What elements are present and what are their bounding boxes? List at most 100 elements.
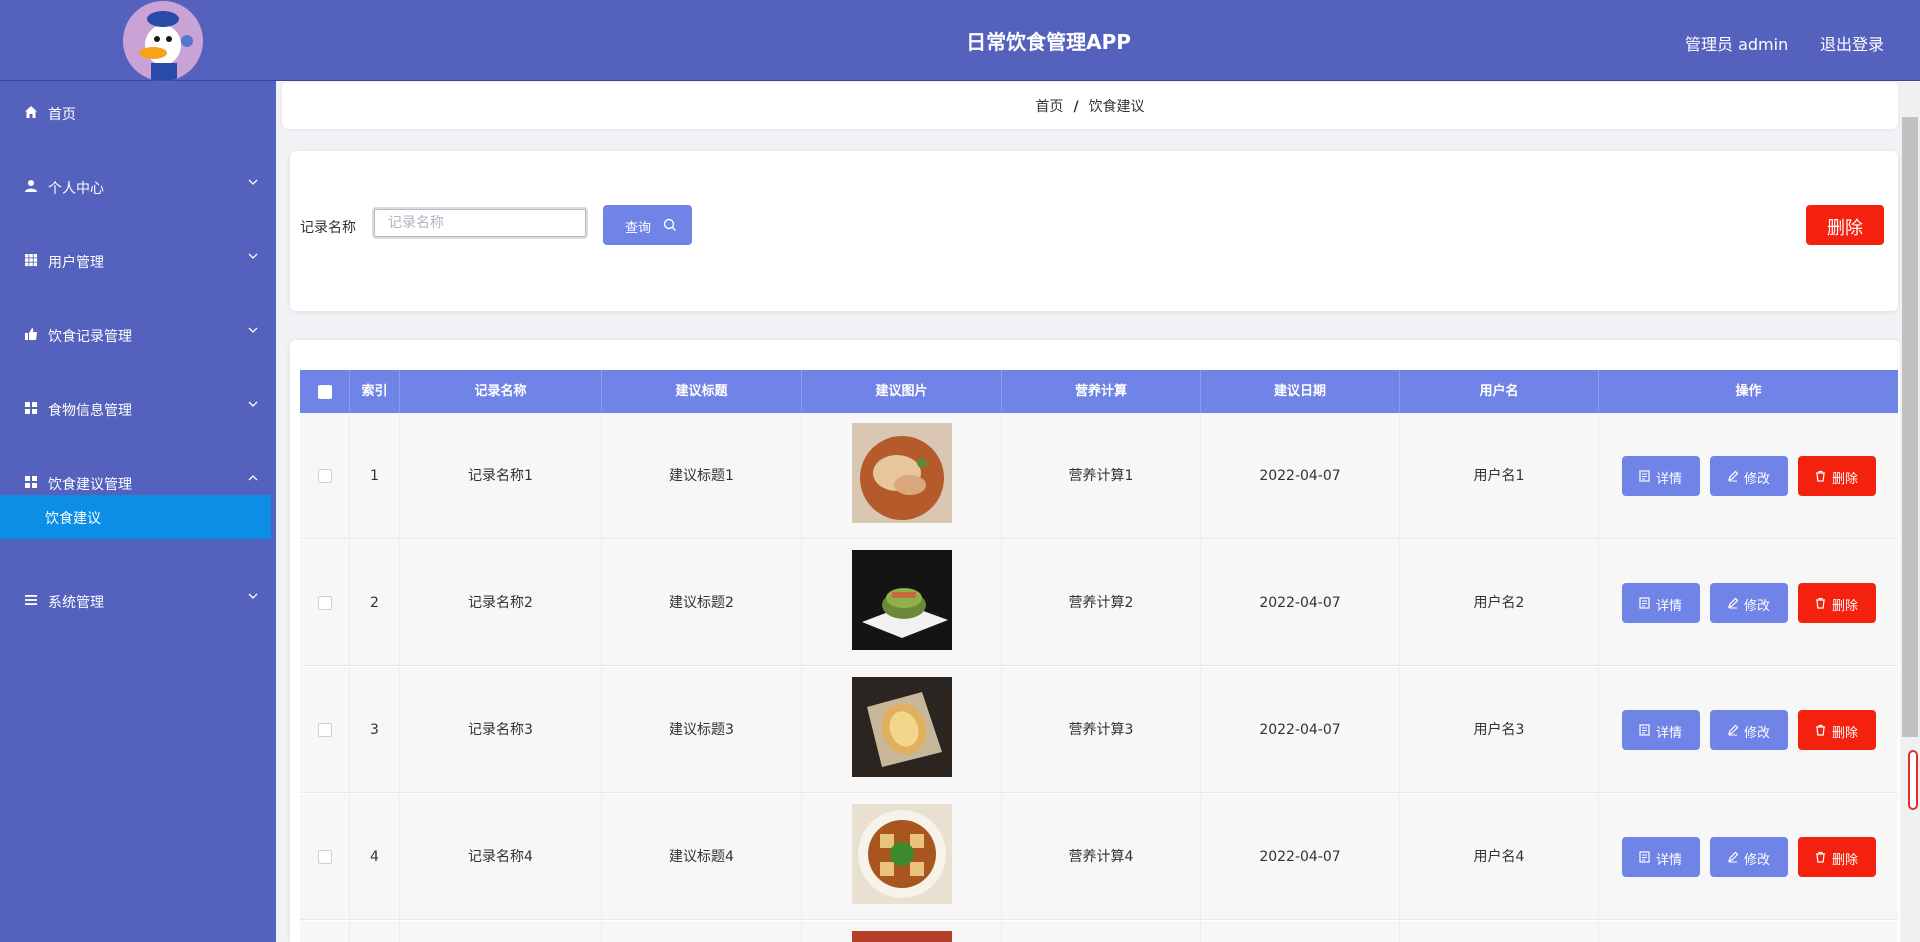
breadcrumb: 首页 / 饮食建议 xyxy=(282,96,1898,116)
row-checkbox[interactable] xyxy=(318,850,332,864)
sidebar-item-system-management[interactable]: 系统管理 xyxy=(0,581,276,621)
delete-button[interactable]: 删除 xyxy=(1798,583,1876,623)
scroll-indicator[interactable] xyxy=(1908,750,1918,810)
row-select-cell xyxy=(300,667,350,793)
pencil-icon xyxy=(1728,597,1739,609)
sidebar-subitem-label: 饮食建议 xyxy=(45,511,101,527)
column-header-advice-image[interactable]: 建议图片 xyxy=(802,370,1002,413)
edit-button[interactable]: 修改 xyxy=(1710,456,1788,496)
cell-record-name: 记录名称1 xyxy=(400,413,602,539)
apps-icon xyxy=(25,476,37,488)
cell-date: 2022-04-07 xyxy=(1201,413,1400,539)
row-checkbox[interactable] xyxy=(318,469,332,483)
cell-nutrition: 营养计算3 xyxy=(1002,667,1201,793)
delete-label: 删除 xyxy=(1832,598,1859,613)
query-button-label: 查询 xyxy=(625,220,652,235)
logout-link[interactable]: 退出登录 xyxy=(1820,31,1884,55)
cell-record-name: 记录名称4 xyxy=(400,794,602,920)
delete-button[interactable]: 删除 xyxy=(1798,837,1876,877)
record-name-search-input[interactable] xyxy=(372,207,588,239)
data-table-panel: 索引 记录名称 建议标题 建议图片 营养计算 建议日期 用户名 操作 1 记录名… xyxy=(290,340,1900,942)
batch-delete-button[interactable]: 删除 xyxy=(1806,205,1884,245)
table-row: 2 记录名称2 建议标题2 营养计算2 2022-04-07 用户名2 详情 修… xyxy=(300,540,1898,666)
home-icon xyxy=(25,106,37,118)
column-header-advice-date[interactable]: 建议日期 xyxy=(1201,370,1400,413)
detail-label: 详情 xyxy=(1656,471,1683,486)
cell-record-name: 记录名称3 xyxy=(400,667,602,793)
edit-button[interactable]: 修改 xyxy=(1710,710,1788,750)
cell-username: 用户名4 xyxy=(1400,794,1599,920)
edit-button[interactable]: 修改 xyxy=(1710,583,1788,623)
delete-label: 删除 xyxy=(1832,852,1859,867)
chevron-down-icon xyxy=(248,327,258,333)
chevron-down-icon xyxy=(248,179,258,185)
sidebar-item-label: 饮食建议管理 xyxy=(48,477,132,493)
detail-button[interactable]: 详情 xyxy=(1622,583,1700,623)
breadcrumb-bar: 首页 / 饮食建议 xyxy=(282,82,1898,129)
table-row: 3 记录名称3 建议标题3 营养计算3 2022-04-07 用户名3 详情 修… xyxy=(300,667,1898,793)
cell-nutrition: 营养计算2 xyxy=(1002,540,1201,666)
page-scrollbar[interactable] xyxy=(1900,81,1920,942)
cell-advice-title: 建议标题1 xyxy=(602,413,802,539)
cell-username xyxy=(1400,921,1599,942)
column-header-advice-title[interactable]: 建议标题 xyxy=(602,370,802,413)
chevron-down-icon xyxy=(248,401,258,407)
edit-label: 修改 xyxy=(1744,471,1771,486)
sidebar-item-label: 系统管理 xyxy=(48,595,104,611)
column-header-index[interactable]: 索引 xyxy=(350,370,400,413)
select-all-header xyxy=(300,370,350,413)
row-select-cell xyxy=(300,921,350,942)
cell-advice-title: 建议标题2 xyxy=(602,540,802,666)
document-icon xyxy=(1639,470,1650,482)
sidebar-item-food-info-management[interactable]: 食物信息管理 xyxy=(0,389,276,429)
row-checkbox[interactable] xyxy=(318,596,332,610)
sidebar-item-user-management[interactable]: 用户管理 xyxy=(0,241,276,281)
detail-button[interactable]: 详情 xyxy=(1622,710,1700,750)
delete-button[interactable]: 删除 xyxy=(1798,710,1876,750)
breadcrumb-home[interactable]: 首页 xyxy=(1035,99,1063,115)
cell-index: 1 xyxy=(350,413,400,539)
detail-label: 详情 xyxy=(1656,598,1683,613)
sidebar-item-diet-record-management[interactable]: 饮食记录管理 xyxy=(0,315,276,355)
sidebar-item-personal-center[interactable]: 个人中心 xyxy=(0,167,276,207)
search-icon xyxy=(663,218,676,231)
pencil-icon xyxy=(1728,470,1739,482)
row-select-cell xyxy=(300,794,350,920)
document-icon xyxy=(1639,724,1650,736)
cell-date xyxy=(1201,921,1400,942)
scrollbar-thumb[interactable] xyxy=(1902,117,1918,737)
sidebar-subitem-diet-advice[interactable]: 饮食建议 xyxy=(0,495,271,539)
cell-nutrition: 营养计算4 xyxy=(1002,794,1201,920)
cell-username: 用户名2 xyxy=(1400,540,1599,666)
admin-user-label: 管理员 admin xyxy=(1685,35,1789,54)
noodle-dish-image xyxy=(852,423,952,523)
column-header-nutrition[interactable]: 营养计算 xyxy=(1002,370,1201,413)
column-header-username[interactable]: 用户名 xyxy=(1400,370,1599,413)
chevron-down-icon xyxy=(248,593,258,599)
sidebar-item-home[interactable]: 首页 xyxy=(0,93,276,133)
app-title: 日常饮食管理APP xyxy=(966,30,1131,54)
cell-advice-title: 建议标题3 xyxy=(602,667,802,793)
cell-record-name xyxy=(400,921,602,942)
edit-label: 修改 xyxy=(1744,852,1771,867)
edit-button[interactable]: 修改 xyxy=(1710,837,1788,877)
select-all-checkbox[interactable] xyxy=(318,385,332,399)
sidebar-item-label: 食物信息管理 xyxy=(48,403,132,419)
cell-nutrition xyxy=(1002,921,1201,942)
cell-record-name: 记录名称2 xyxy=(400,540,602,666)
cell-username: 用户名1 xyxy=(1400,413,1599,539)
delete-label: 删除 xyxy=(1832,725,1859,740)
table-row xyxy=(300,921,1898,942)
tofu-dish-image xyxy=(852,804,952,904)
apps-icon xyxy=(25,402,37,414)
detail-button[interactable]: 详情 xyxy=(1622,456,1700,496)
column-header-record-name[interactable]: 记录名称 xyxy=(400,370,602,413)
cell-index xyxy=(350,921,400,942)
document-icon xyxy=(1639,851,1650,863)
sidebar-item-label: 个人中心 xyxy=(48,181,104,197)
detail-button[interactable]: 详情 xyxy=(1622,837,1700,877)
sidebar-item-label: 饮食记录管理 xyxy=(48,329,132,345)
delete-button[interactable]: 删除 xyxy=(1798,456,1876,496)
row-checkbox[interactable] xyxy=(318,723,332,737)
query-button[interactable]: 查询 xyxy=(603,205,692,245)
